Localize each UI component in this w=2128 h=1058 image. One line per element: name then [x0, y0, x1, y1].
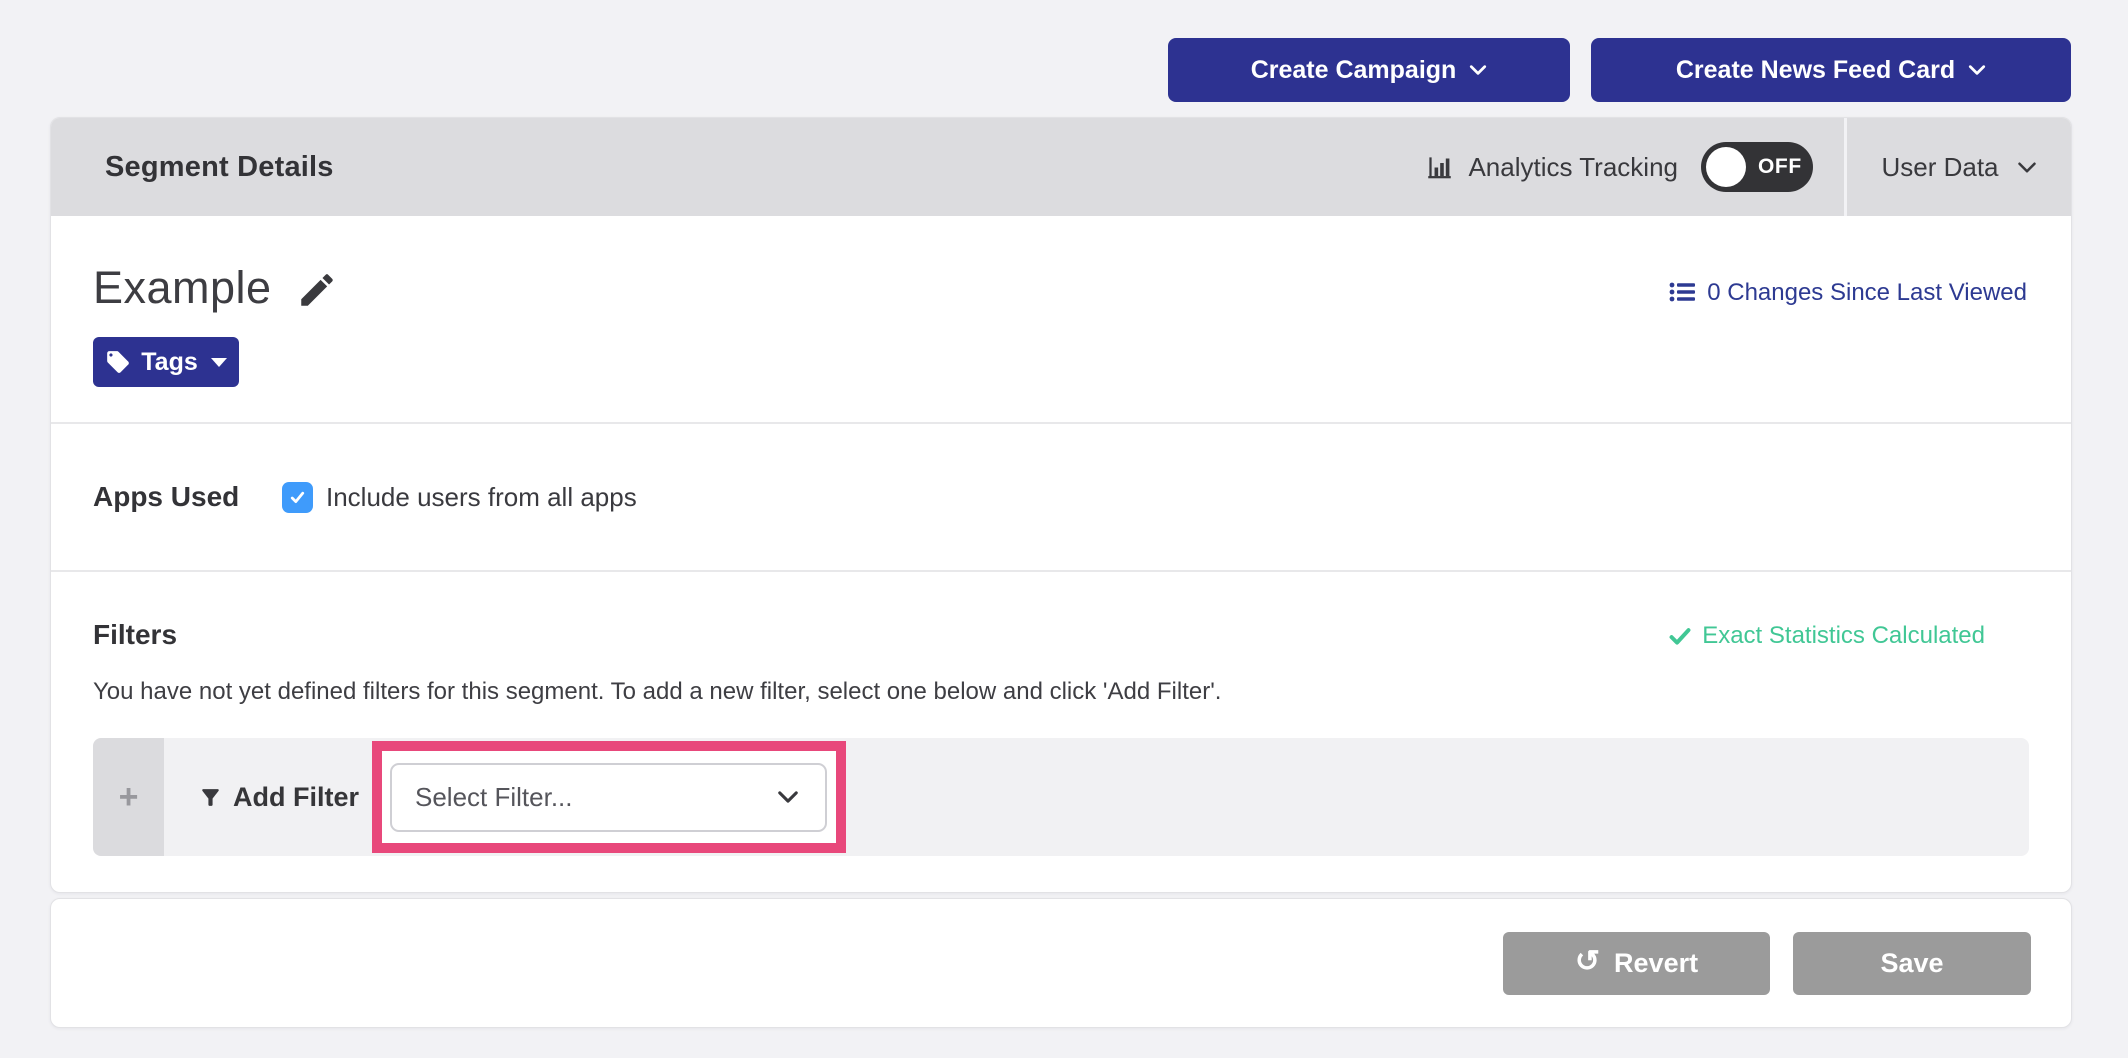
- pencil-icon: [296, 269, 338, 311]
- filter-select-placeholder: Select Filter...: [415, 782, 573, 813]
- tags-label: Tags: [141, 348, 198, 377]
- tags-button[interactable]: Tags: [93, 337, 239, 387]
- segment-name-row: Example: [93, 262, 338, 314]
- bar-chart-icon: [1426, 154, 1453, 181]
- create-campaign-label: Create Campaign: [1251, 56, 1457, 85]
- user-data-label: User Data: [1881, 152, 1998, 183]
- revert-button[interactable]: ↺ Revert: [1503, 932, 1770, 995]
- changes-link-label: 0 Changes Since Last Viewed: [1707, 280, 2027, 306]
- include-all-apps-checkbox[interactable]: [282, 482, 313, 513]
- list-icon: [1669, 280, 1696, 304]
- filters-description: You have not yet defined filters for thi…: [93, 678, 2029, 707]
- filters-section: Filters Exact Statistics Calculated You …: [51, 572, 2071, 856]
- analytics-tracking-group: Analytics Tracking OFF: [1426, 118, 1844, 216]
- toggle-knob: [1706, 147, 1746, 187]
- apps-used-section: Apps Used Include users from all apps: [51, 424, 2071, 572]
- revert-label: Revert: [1614, 948, 1698, 979]
- tag-icon: [105, 349, 131, 375]
- analytics-tracking-toggle[interactable]: OFF: [1701, 142, 1813, 192]
- analytics-tracking-label: Analytics Tracking: [1468, 152, 1678, 183]
- panel-header: Segment Details: [51, 118, 2071, 216]
- caret-down-icon: [211, 358, 227, 367]
- segment-name: Example: [93, 262, 272, 314]
- add-filter-row: + Add Filter Select Filter...: [93, 738, 2029, 856]
- user-data-dropdown[interactable]: User Data: [1847, 118, 2071, 216]
- exact-statistics-status: Exact Statistics Calculated: [1669, 622, 1985, 650]
- footer-actions: ↺ Revert Save: [50, 898, 2072, 1028]
- include-all-apps-option: Include users from all apps: [282, 482, 637, 513]
- filter-funnel-icon: [198, 785, 223, 810]
- add-filter-label: Add Filter: [233, 782, 359, 813]
- include-all-apps-label: Include users from all apps: [326, 482, 637, 513]
- exact-statistics-label: Exact Statistics Calculated: [1702, 622, 1985, 650]
- add-filter-row-body: Add Filter Select Filter...: [164, 738, 2029, 856]
- filter-select[interactable]: Select Filter...: [390, 763, 827, 832]
- segment-name-column: Example Tags: [93, 216, 338, 422]
- segment-title-section: Example Tags: [51, 216, 2071, 424]
- panel-title: Segment Details: [105, 151, 334, 184]
- apps-used-label: Apps Used: [93, 481, 282, 513]
- save-label: Save: [1880, 948, 1943, 979]
- chevron-down-icon: [2017, 161, 2037, 174]
- chevron-down-icon: [1469, 64, 1487, 76]
- highlight-annotation-box: Select Filter...: [372, 741, 846, 853]
- chevron-down-icon: [1968, 64, 1986, 76]
- panel-header-right: Analytics Tracking OFF User Data: [1426, 118, 2071, 216]
- changes-since-last-viewed-link[interactable]: 0 Changes Since Last Viewed: [1669, 280, 2027, 306]
- save-button[interactable]: Save: [1793, 932, 2031, 995]
- segment-details-panel: Segment Details: [50, 117, 2072, 893]
- create-news-feed-label: Create News Feed Card: [1676, 56, 1955, 85]
- create-campaign-button[interactable]: Create Campaign: [1168, 38, 1570, 102]
- chevron-down-icon: [777, 790, 799, 804]
- page: Create Campaign Create News Feed Card Se…: [0, 0, 2128, 1058]
- check-icon: [1669, 627, 1691, 646]
- checkmark-icon: [288, 488, 307, 507]
- edit-name-button[interactable]: [296, 269, 338, 311]
- create-news-feed-card-button[interactable]: Create News Feed Card: [1591, 38, 2071, 102]
- toggle-state-label: OFF: [1758, 155, 1802, 179]
- add-filter-group-button[interactable]: +: [93, 738, 164, 856]
- revert-icon: ↺: [1575, 947, 1600, 977]
- top-action-bar: Create Campaign Create News Feed Card: [1168, 38, 2071, 102]
